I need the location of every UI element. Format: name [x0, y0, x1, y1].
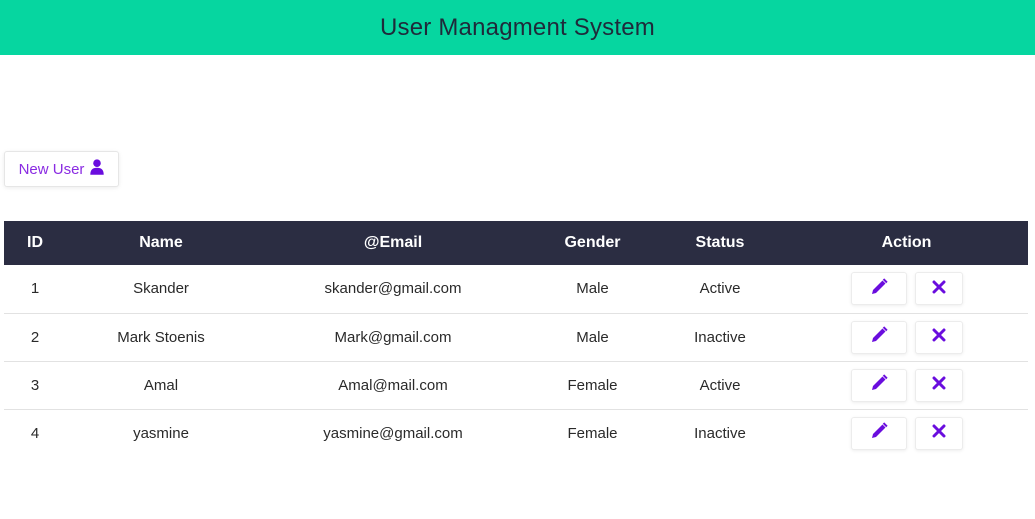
cell-gender: Male — [576, 280, 609, 298]
cell-id: 1 — [30, 280, 40, 298]
column-header-action: Action — [881, 234, 932, 251]
pencil-icon — [870, 326, 888, 348]
close-icon — [932, 424, 946, 442]
app-header: User Managment System — [0, 0, 1035, 55]
delete-button[interactable] — [914, 272, 963, 306]
cell-name: yasmine — [133, 424, 189, 442]
delete-button[interactable] — [914, 416, 963, 450]
user-icon — [90, 159, 105, 179]
cell-actions — [785, 409, 1028, 457]
close-icon — [932, 328, 946, 346]
delete-button[interactable] — [914, 320, 963, 354]
edit-button[interactable] — [850, 368, 907, 402]
column-header-status: Status — [695, 234, 745, 251]
pencil-icon — [870, 374, 888, 396]
pencil-icon — [870, 422, 888, 444]
table-row: 4 yasmine yasmine@gmail.com Female Inact… — [4, 409, 1028, 457]
column-header-email: @Email — [363, 234, 423, 251]
users-table: ID Name @Email Gender Status Action 1 Sk… — [4, 221, 1028, 457]
cell-email: skander@gmail.com — [324, 280, 462, 298]
column-header-name: Name — [139, 234, 183, 251]
pencil-icon — [870, 278, 888, 300]
column-header-gender: Gender — [564, 234, 621, 251]
cell-status: Inactive — [694, 424, 746, 442]
table-row: 2 Mark Stoenis Mark@gmail.com Male Inact… — [4, 313, 1028, 361]
edit-button[interactable] — [850, 416, 907, 450]
cell-email: Mark@gmail.com — [334, 328, 452, 346]
cell-actions — [785, 361, 1028, 409]
close-icon — [932, 376, 946, 394]
table-row: 1 Skander skander@gmail.com Male Active — [4, 265, 1028, 313]
cell-gender: Male — [576, 328, 609, 346]
cell-actions — [785, 265, 1028, 313]
cell-id: 2 — [30, 328, 40, 346]
edit-button[interactable] — [850, 320, 907, 354]
edit-button[interactable] — [850, 272, 907, 306]
cell-id: 4 — [30, 424, 40, 442]
close-icon — [932, 280, 946, 298]
cell-gender: Female — [567, 424, 618, 442]
cell-gender: Female — [567, 376, 618, 394]
cell-email: yasmine@gmail.com — [323, 424, 463, 442]
cell-status: Active — [699, 280, 741, 298]
new-user-button[interactable]: New User — [4, 151, 119, 187]
table-row: 3 Amal Amal@mail.com Female Active — [4, 361, 1028, 409]
cell-name: Skander — [133, 280, 189, 298]
cell-email: Amal@mail.com — [338, 376, 448, 394]
new-user-label: New User — [18, 160, 85, 178]
cell-name: Mark Stoenis — [117, 328, 205, 346]
cell-status: Inactive — [694, 328, 746, 346]
cell-id: 3 — [30, 376, 40, 394]
page-title: User Managment System — [380, 13, 655, 41]
column-header-id: ID — [27, 234, 43, 251]
cell-name: Amal — [143, 376, 179, 394]
table-header-row: ID Name @Email Gender Status Action — [4, 221, 1028, 265]
cell-status: Active — [699, 376, 741, 394]
delete-button[interactable] — [914, 368, 963, 402]
cell-actions — [785, 313, 1028, 361]
